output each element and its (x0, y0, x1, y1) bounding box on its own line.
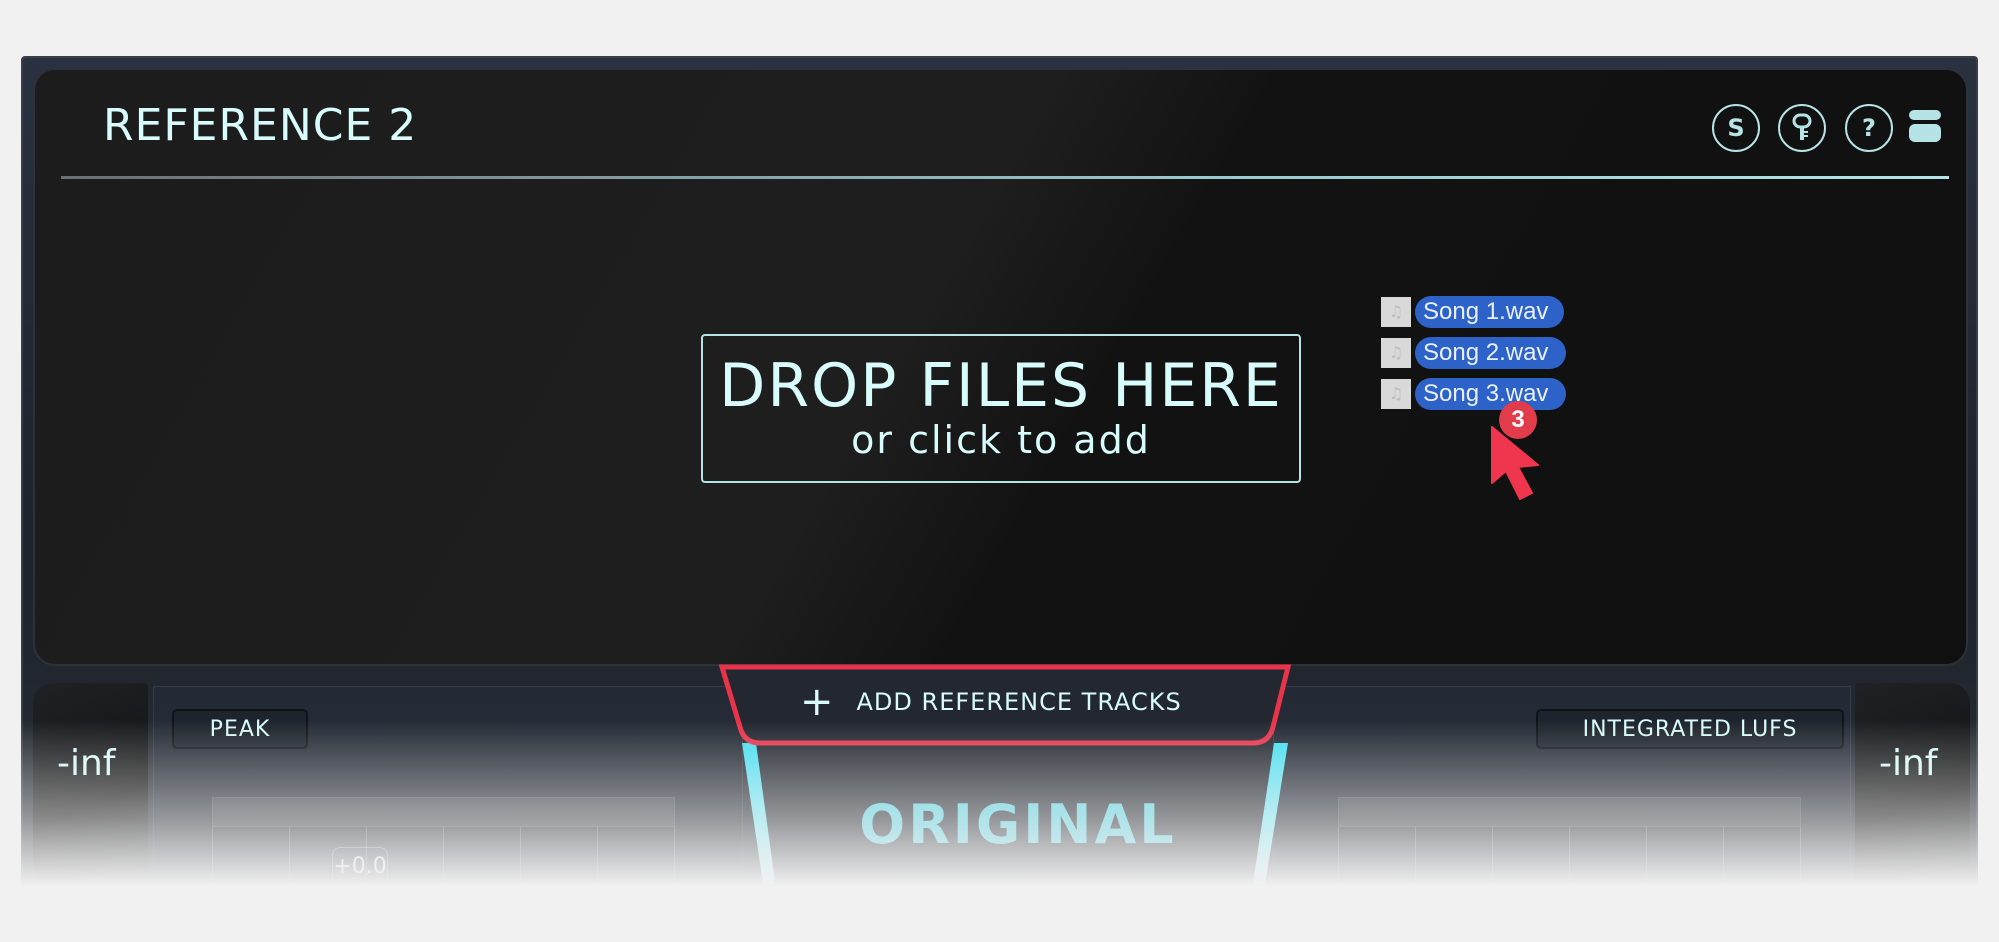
lufs-label-button[interactable]: INTEGRATED LUFS (1536, 709, 1844, 749)
original-mode-toggle[interactable]: ORIGINAL (718, 793, 1318, 856)
dragged-file: ♫ Song 3.wav (1381, 373, 1567, 414)
grid-line (289, 827, 290, 884)
center-control: + ADD REFERENCE TRACKS ORIGINAL (718, 663, 1318, 884)
grid-line (1723, 827, 1724, 884)
dragged-file: ♫ Song 1.wav (1381, 291, 1566, 332)
grid-line (212, 827, 213, 884)
plus-icon: + (800, 679, 835, 725)
lufs-meter-bar (1338, 797, 1801, 827)
music-note-icon: ♫ (1381, 337, 1411, 368)
peak-value: -inf (57, 743, 116, 784)
peak-label-button[interactable]: PEAK (172, 709, 308, 749)
grid-line (520, 827, 521, 884)
key-glyph (1792, 113, 1812, 140)
grid-line (1492, 827, 1493, 884)
gain-readout[interactable]: +0.0 (332, 847, 388, 884)
key-icon[interactable] (1778, 104, 1826, 152)
grid-line (443, 827, 444, 884)
peak-meter-bar (212, 797, 675, 827)
layout-bar-bottom (1909, 124, 1941, 142)
lufs-value-display: -inf (1855, 683, 1970, 883)
dragged-files: ♫ Song 1.wav ♫ Song 2.wav ♫ Song 3.wav (1381, 291, 1567, 414)
file-name: Song 1.wav (1415, 295, 1565, 328)
grid-line (674, 827, 675, 884)
s-icon[interactable]: S (1712, 104, 1760, 152)
grid-line (1569, 827, 1570, 884)
drop-zone-title: DROP FILES HERE (719, 350, 1283, 421)
plugin-window: REFERENCE 2 S ? DROP FILES HERE or click… (21, 56, 1978, 886)
add-reference-tracks-label: ADD REFERENCE TRACKS (856, 688, 1182, 716)
add-reference-tracks-button[interactable]: + ADD REFERENCE TRACKS (800, 679, 1182, 725)
grid-line (1338, 827, 1339, 884)
mouse-cursor-icon (1491, 426, 1539, 500)
music-note-icon: ♫ (1381, 378, 1411, 409)
file-name: Song 3.wav (1415, 377, 1567, 410)
help-icon[interactable]: ? (1845, 104, 1893, 152)
peak-meter: PEAK +0.0 (153, 686, 743, 884)
drop-zone-subtitle: or click to add (851, 417, 1151, 462)
lufs-value: -inf (1879, 743, 1938, 784)
grid-line (1800, 827, 1801, 884)
reference-panel: REFERENCE 2 S ? DROP FILES HERE or click… (33, 68, 1968, 666)
grid-line (1415, 827, 1416, 884)
peak-value-display: -inf (33, 683, 148, 883)
app-title: REFERENCE 2 (103, 100, 418, 151)
dragged-file: ♫ Song 2.wav (1381, 332, 1567, 373)
layout-icon[interactable] (1909, 110, 1941, 144)
grid-line (597, 827, 598, 884)
file-name: Song 2.wav (1415, 336, 1567, 369)
layout-bar-top (1909, 110, 1941, 120)
lufs-meter: INTEGRATED LUFS (1273, 686, 1851, 884)
drop-files-zone[interactable]: DROP FILES HERE or click to add (701, 334, 1301, 483)
header-divider (61, 176, 1949, 179)
grid-line (1646, 827, 1647, 884)
music-note-icon: ♫ (1381, 296, 1411, 327)
